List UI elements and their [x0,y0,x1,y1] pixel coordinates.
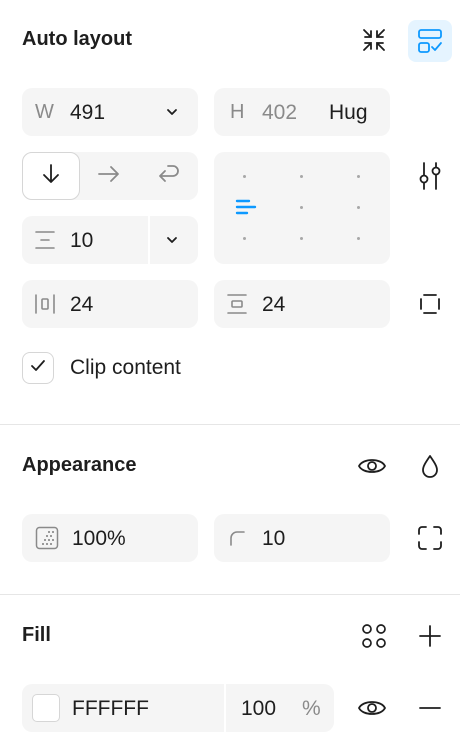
direction-horizontal-button[interactable] [80,152,138,200]
fill-title: Fill [22,624,51,646]
align-dot[interactable] [300,175,303,178]
chevron-down-icon[interactable] [164,104,180,125]
individual-corners-icon[interactable] [412,520,448,556]
padding-horizontal-value[interactable]: 24 [70,293,93,317]
height-label: H [230,101,245,123]
arrow-down-icon [40,162,62,191]
align-dot[interactable] [243,175,246,178]
advanced-settings-icon[interactable] [412,158,448,194]
align-dot[interactable] [357,237,360,240]
fill-hex-value[interactable]: FFFFFF [72,697,149,721]
visibility-eye-icon[interactable] [354,448,390,484]
padding-horizontal-field[interactable]: 24 [22,280,198,328]
padding-vertical-value[interactable]: 24 [262,293,285,317]
width-value[interactable]: 491 [70,101,105,125]
arrow-right-icon [97,163,121,190]
section-divider [0,594,460,595]
fill-opacity-unit: % [302,697,321,720]
gap-field[interactable]: 10 [22,216,198,264]
checkmark-icon [29,357,47,380]
add-fill-plus-icon[interactable] [412,618,448,654]
align-dot[interactable] [357,206,360,209]
padding-vertical-field[interactable]: 24 [214,280,390,328]
direction-wrap-button[interactable] [138,152,198,200]
fill-row[interactable]: FFFFFF 100 % [22,684,334,732]
blend-mode-drop-icon[interactable] [412,448,448,484]
appearance-title: Appearance [22,454,137,476]
align-dot[interactable] [243,237,246,240]
padding-horizontal-icon [34,293,56,320]
align-dot[interactable] [300,206,303,209]
fill-color-swatch[interactable] [32,694,60,722]
styles-grid-icon[interactable] [356,618,392,654]
direction-control [22,152,198,200]
alignment-grid[interactable] [214,152,390,264]
gap-divider [148,216,150,264]
corner-radius-field[interactable]: 10 [214,514,390,562]
gap-value[interactable]: 10 [70,229,93,253]
wrap-arrow-icon [156,163,180,190]
collapse-icon[interactable] [356,22,392,58]
fill-divider [224,684,226,732]
clip-content-checkbox[interactable] [22,352,54,384]
align-left-center-indicator[interactable] [235,198,257,221]
fill-opacity-value[interactable]: 100 [241,697,276,721]
section-divider [0,424,460,425]
opacity-icon [35,526,59,555]
layout-guide-toggle-icon[interactable] [408,20,452,62]
corner-radius-icon [228,529,246,552]
gap-chevron-down-icon[interactable] [164,232,180,253]
opacity-value[interactable]: 100% [72,527,126,551]
individual-padding-icon[interactable] [412,286,448,322]
align-dot[interactable] [357,175,360,178]
auto-layout-title: Auto layout [22,28,132,50]
width-field[interactable]: W 491 [22,88,198,136]
height-mode[interactable]: Hug [329,101,368,125]
gap-vertical-icon [34,230,56,255]
padding-vertical-icon [226,293,248,320]
height-value[interactable]: 402 [262,101,297,125]
height-field[interactable]: H 402 Hug [214,88,390,136]
corner-radius-value[interactable]: 10 [262,527,285,551]
opacity-field[interactable]: 100% [22,514,198,562]
clip-content-label[interactable]: Clip content [70,356,181,380]
remove-fill-minus-icon[interactable] [412,690,448,726]
direction-vertical-button[interactable] [22,152,80,200]
fill-visibility-eye-icon[interactable] [354,690,390,726]
align-dot[interactable] [300,237,303,240]
width-label: W [35,101,54,123]
